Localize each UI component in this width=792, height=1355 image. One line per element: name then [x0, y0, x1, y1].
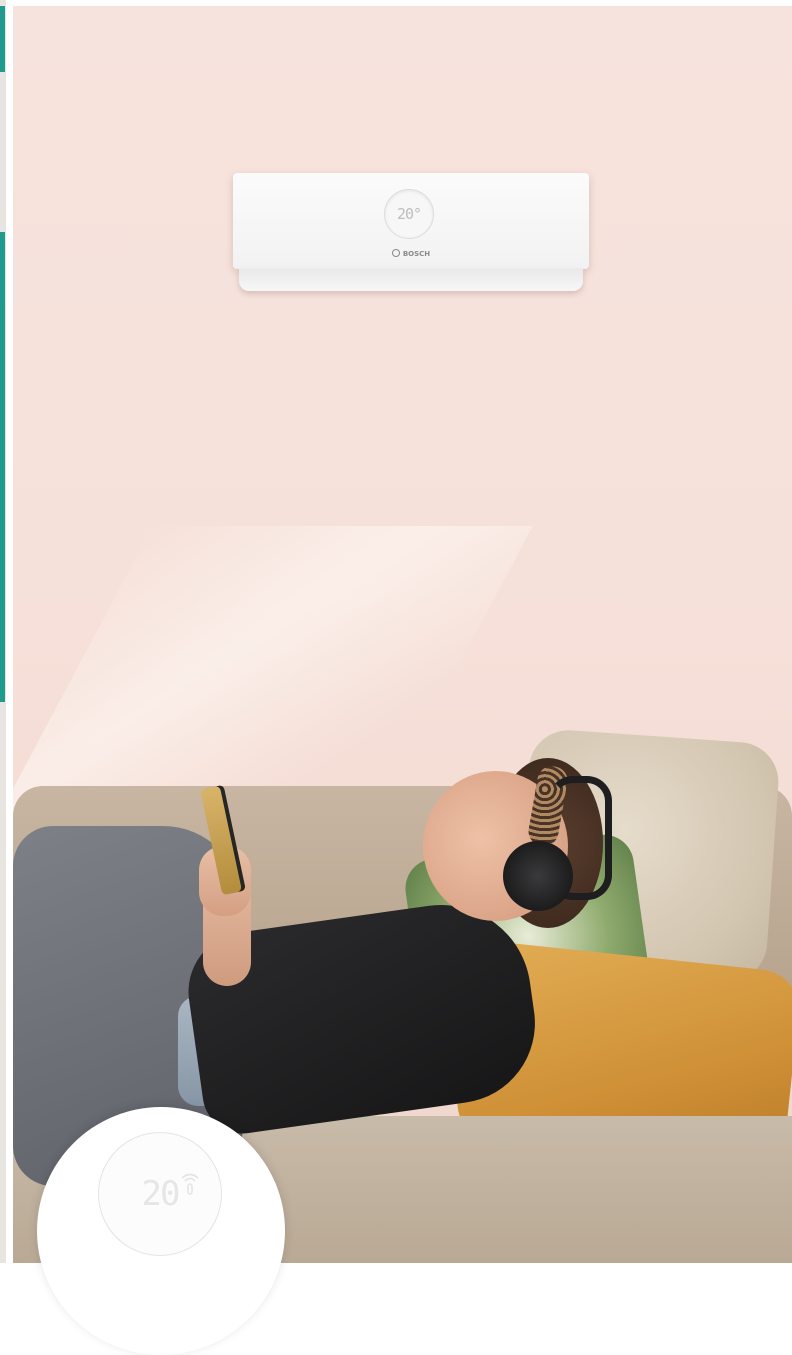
ac-brand-logo: BOSCH	[233, 249, 589, 258]
thermostat-closeup: 20	[37, 1107, 285, 1355]
ac-vent	[239, 269, 583, 291]
sunlight-beam	[13, 526, 533, 826]
teal-accent-bar-top	[0, 6, 5, 72]
ac-display: 20°	[384, 189, 434, 239]
teal-accent-bar-middle	[0, 232, 5, 702]
headphone-icon	[503, 841, 573, 911]
air-conditioner-unit: 20° BOSCH	[233, 173, 589, 293]
thermostat-display: 20	[98, 1132, 222, 1256]
ac-brand-text: BOSCH	[402, 250, 431, 258]
bosch-logo-icon	[391, 249, 400, 257]
hero-photo: 20° BOSCH	[13, 6, 792, 1263]
ac-temperature: 20°	[396, 205, 422, 223]
wifi-icon	[181, 1173, 199, 1195]
ac-body: 20° BOSCH	[233, 173, 589, 269]
thermostat-temperature: 20	[141, 1174, 181, 1214]
